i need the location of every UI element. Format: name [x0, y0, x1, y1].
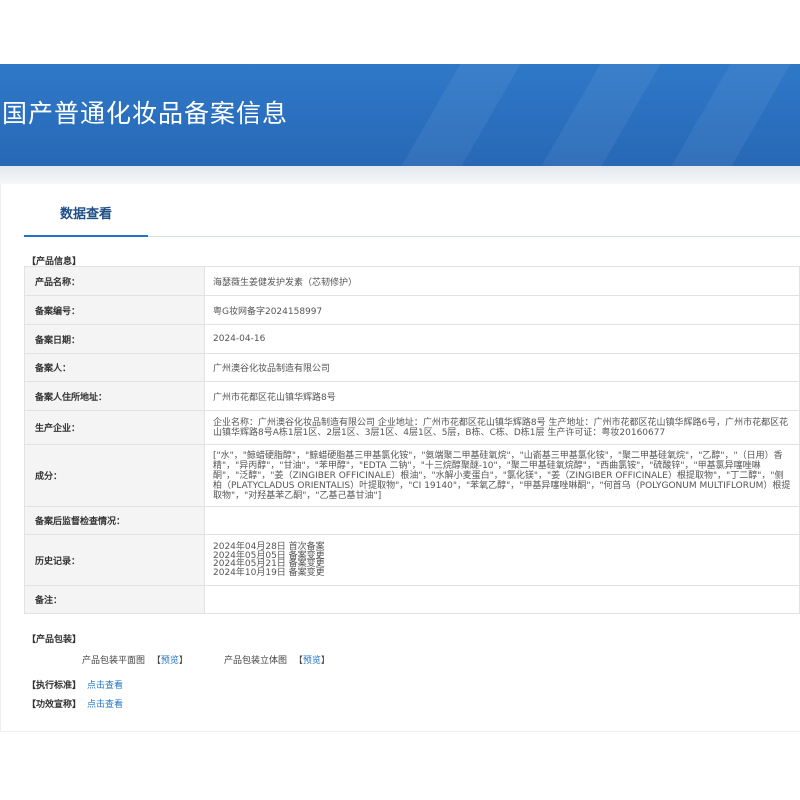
history-value: 2024年04月28日 首次备案 2024年05月05日 备案变更 2024年0… — [204, 534, 800, 586]
manufacturer-value: 企业名称：广州澳谷化妆品制造有限公司 企业地址：广州市花都区花山镇华辉路8号 生… — [213, 417, 789, 438]
history-label: 历史记录： — [24, 534, 205, 586]
bracket-close: 】 — [320, 656, 330, 666]
tab-data-view[interactable]: 数据查看 — [24, 200, 148, 237]
table-row: 产品名称： 海瑟薇生姜健发护发素（芯韧修护） — [24, 266, 800, 296]
packaging-title: 【产品包装】 — [27, 635, 82, 645]
preview-stereo-link[interactable]: 预览 — [303, 656, 321, 666]
table-row: 成分： ["水"，"鲸蜡硬脂醇"，"鲸蜡硬脂基三甲基氯化铵"，"氨端聚二甲基硅氧… — [24, 444, 800, 507]
record-number-value: 粤G妆网备字2024158997 — [204, 295, 800, 325]
standard-label: 【执行标准】 — [27, 681, 82, 691]
history-entry: 2024年10月19日 备案变更 — [213, 567, 325, 578]
table-row: 备案人住所地址： 广州市花都区花山镇华辉路8号 — [24, 381, 800, 411]
table-row: 备案人： 广州澳谷化妆品制造有限公司 — [24, 353, 800, 382]
packaging-stereo: 产品包装立体图 【预览】 — [224, 653, 330, 666]
packaging-flat: 产品包装平面图 【预览】 — [82, 653, 188, 666]
supervision-label: 备案后监督检查情况： — [24, 506, 205, 535]
tab-bar: 数据查看 — [24, 200, 800, 237]
manufacturer-cell: 企业名称：广州澳谷化妆品制造有限公司 企业地址：广州市花都区花山镇华辉路8号 生… — [204, 410, 800, 445]
efficacy-link[interactable]: 点击查看 — [87, 700, 123, 710]
bracket-open: 【 — [151, 656, 161, 666]
record-number-label: 备案编号： — [24, 295, 205, 325]
record-date-label: 备案日期： — [24, 324, 205, 354]
header-shadow — [0, 166, 800, 184]
remarks-value — [204, 585, 800, 614]
manufacturer-label: 生产企业： — [24, 410, 205, 445]
registrant-address-label: 备案人住所地址： — [24, 381, 205, 411]
product-info-table: 产品名称： 海瑟薇生姜健发护发素（芯韧修护） 备案编号： 粤G妆网备字20241… — [24, 266, 800, 614]
product-name-value: 海瑟薇生姜健发护发素（芯韧修护） — [204, 266, 800, 296]
standard-row: 【执行标准】 点击查看 — [27, 678, 123, 691]
packaging-stereo-label: 产品包装立体图 — [224, 656, 288, 666]
table-row: 备案后监督检查情况： — [24, 506, 800, 535]
remarks-label: 备注： — [24, 585, 205, 614]
banner-decoration — [496, 64, 684, 166]
table-row: 备注： — [24, 585, 800, 614]
bracket-open: 【 — [293, 656, 303, 666]
registrant-value: 广州澳谷化妆品制造有限公司 — [204, 353, 800, 382]
registrant-address-value: 广州市花都区花山镇华辉路8号 — [204, 381, 800, 411]
product-name-label: 产品名称： — [24, 266, 205, 296]
ingredients-value: ["水"，"鲸蜡硬脂醇"，"鲸蜡硬脂基三甲基氯化铵"，"氨端聚二甲基硅氧烷"，"… — [213, 450, 791, 501]
ingredients-cell: ["水"，"鲸蜡硬脂醇"，"鲸蜡硬脂基三甲基氯化铵"，"氨端聚二甲基硅氧烷"，"… — [204, 444, 800, 507]
banner-decoration — [356, 64, 544, 166]
registrant-label: 备案人： — [24, 353, 205, 382]
standard-link[interactable]: 点击查看 — [87, 681, 123, 691]
table-row: 生产企业： 企业名称：广州澳谷化妆品制造有限公司 企业地址：广州市花都区花山镇华… — [24, 410, 800, 445]
bracket-close: 】 — [178, 656, 188, 666]
efficacy-label: 【功效宣称】 — [27, 700, 82, 710]
banner-decoration — [626, 64, 800, 166]
preview-flat-link[interactable]: 预览 — [161, 656, 179, 666]
supervision-value — [204, 506, 800, 535]
efficacy-row: 【功效宣称】 点击查看 — [27, 697, 123, 710]
table-row: 历史记录： 2024年04月28日 首次备案 2024年05月05日 备案变更 … — [24, 534, 800, 586]
table-row: 备案日期： 2024-04-16 — [24, 324, 800, 354]
table-row: 备案编号： 粤G妆网备字2024158997 — [24, 295, 800, 325]
header-banner: 国产普通化妆品备案信息 — [0, 64, 800, 166]
page-title: 国产普通化妆品备案信息 — [2, 99, 289, 128]
record-date-value: 2024-04-16 — [204, 324, 800, 354]
packaging-flat-label: 产品包装平面图 — [82, 656, 146, 666]
ingredients-label: 成分： — [24, 444, 205, 507]
